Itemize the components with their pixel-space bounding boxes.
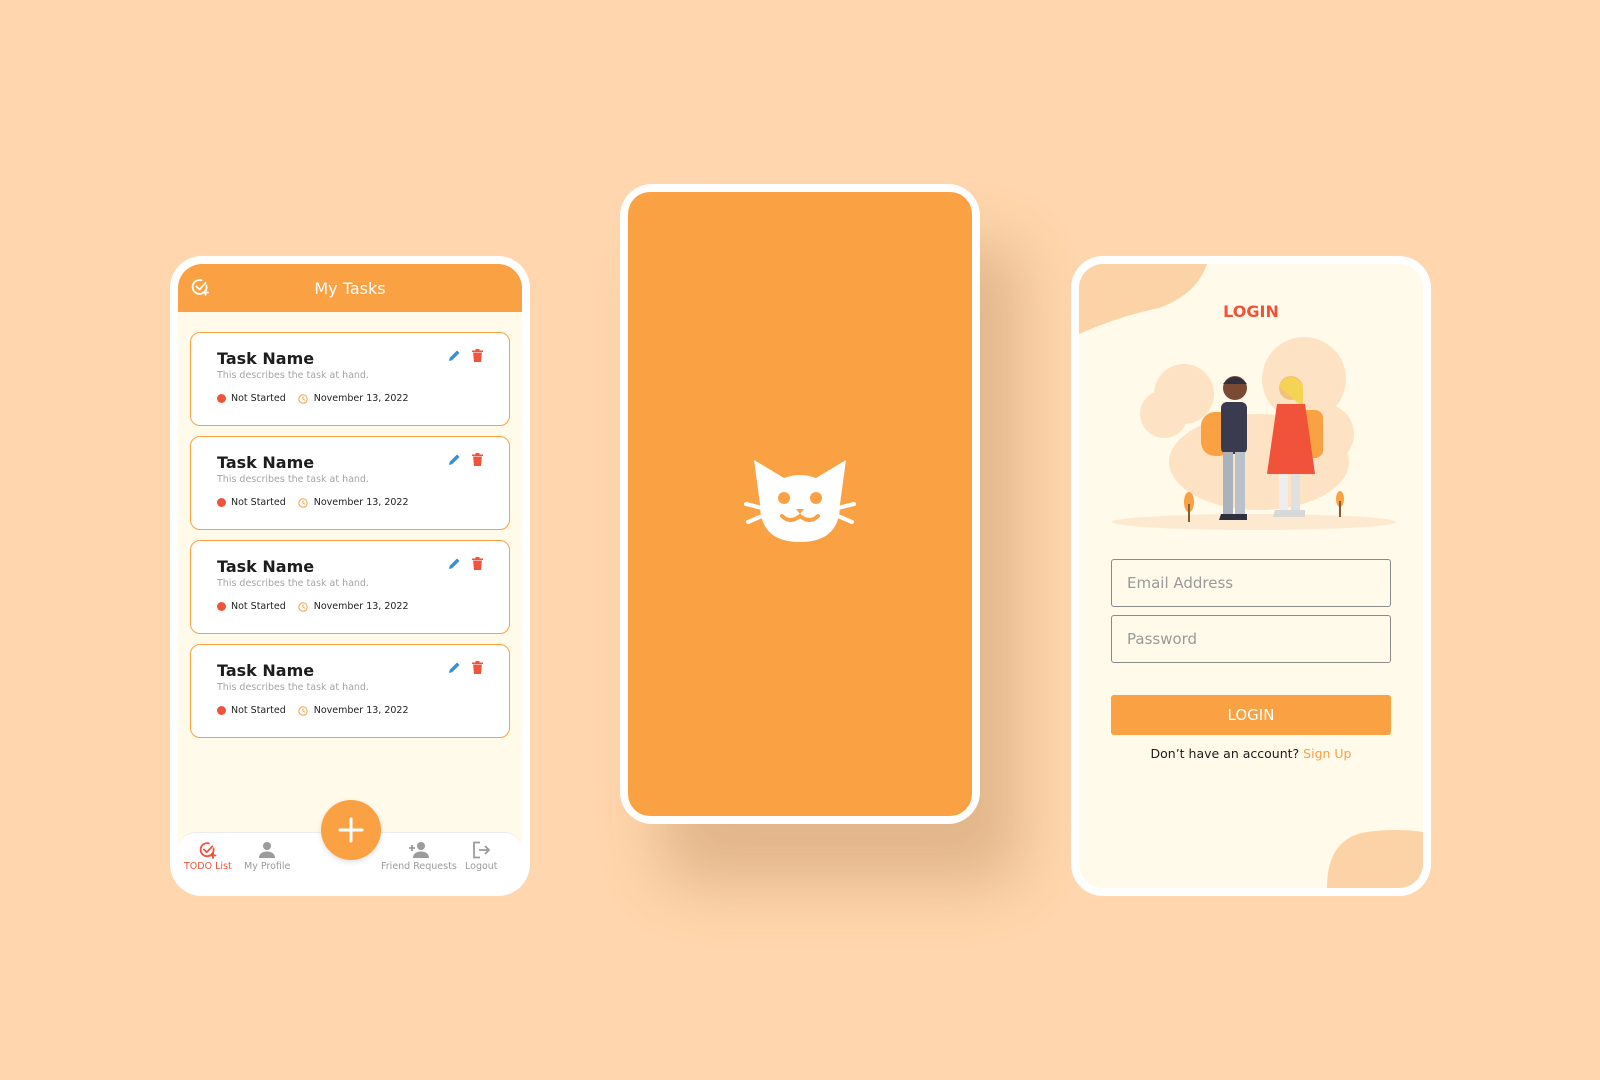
edit-icon[interactable]	[448, 453, 461, 466]
task-meta: Not Started November 13, 2022	[217, 601, 483, 612]
trash-icon[interactable]	[472, 661, 483, 674]
nav-item-my-profile[interactable]: My Profile	[244, 841, 290, 872]
edit-icon[interactable]	[448, 349, 461, 362]
cat-icon	[744, 460, 856, 542]
email-field[interactable]	[1111, 559, 1391, 607]
nav-item-todo-list[interactable]: TODO List	[184, 841, 232, 872]
nav-label: My Profile	[244, 861, 291, 872]
trash-icon[interactable]	[472, 453, 483, 466]
clock-icon	[298, 497, 308, 508]
signup-prompt: Don’t have an account?	[1150, 746, 1300, 761]
check-add-icon	[199, 842, 217, 859]
status-dot-icon	[217, 394, 226, 403]
trash-icon[interactable]	[472, 557, 483, 570]
person-icon	[259, 842, 276, 858]
task-title: Task Name	[217, 453, 315, 472]
tasks-phone: My Tasks Task Name This describes the ta…	[170, 256, 530, 896]
decorative-blob	[1327, 830, 1423, 888]
signup-row: Don’t have an account? Sign Up	[1079, 746, 1423, 761]
task-title: Task Name	[217, 661, 315, 680]
person-add-icon	[408, 842, 429, 858]
app-header: My Tasks	[178, 264, 522, 312]
check-add-icon[interactable]	[190, 277, 210, 301]
signup-link[interactable]: Sign Up	[1303, 746, 1351, 761]
task-date: November 13, 2022	[313, 497, 409, 508]
login-button[interactable]: LOGIN	[1111, 695, 1391, 735]
task-card[interactable]: Task Name This describes the task at han…	[190, 436, 510, 530]
logout-icon	[473, 841, 491, 859]
login-title: LOGIN	[1223, 302, 1279, 321]
edit-icon[interactable]	[448, 557, 461, 570]
clock-icon	[298, 705, 308, 716]
login-screen: LOGIN Email Address LOGIN Don’t have an …	[1079, 264, 1423, 888]
nav-label: TODO List	[184, 861, 232, 872]
nav-item-friend-requests[interactable]: Friend Requests	[381, 841, 457, 872]
edit-icon[interactable]	[448, 661, 461, 674]
task-date: November 13, 2022	[313, 601, 409, 612]
kids-illustration	[1112, 337, 1396, 530]
task-meta: Not Started November 13, 2022	[217, 705, 483, 716]
nav-label: Friend Requests	[381, 861, 457, 872]
status-dot-icon	[217, 602, 226, 611]
trash-icon[interactable]	[472, 349, 483, 362]
clock-icon	[298, 601, 308, 612]
plus-icon	[338, 817, 364, 843]
task-card[interactable]: Task Name This describes the task at han…	[190, 540, 510, 634]
task-actions	[448, 557, 483, 570]
task-date: November 13, 2022	[313, 393, 409, 404]
task-meta: Not Started November 13, 2022	[217, 497, 483, 508]
task-actions	[448, 661, 483, 674]
task-description: This describes the task at hand.	[217, 682, 369, 693]
task-status: Not Started	[231, 705, 286, 716]
task-description: This describes the task at hand.	[217, 370, 369, 381]
clock-icon	[298, 393, 308, 404]
splash-phone	[620, 184, 980, 824]
task-description: This describes the task at hand.	[217, 474, 369, 485]
password-field[interactable]	[1111, 615, 1391, 663]
task-title: Task Name	[217, 557, 315, 576]
task-title: Task Name	[217, 349, 315, 368]
task-status: Not Started	[231, 601, 286, 612]
task-description: This describes the task at hand.	[217, 578, 369, 589]
task-actions	[448, 453, 483, 466]
task-status: Not Started	[231, 393, 286, 404]
task-card[interactable]: Task Name This describes the task at han…	[190, 332, 510, 426]
task-card[interactable]: Task Name This describes the task at han…	[190, 644, 510, 738]
tasks-screen: My Tasks Task Name This describes the ta…	[178, 264, 522, 888]
nav-item-logout[interactable]: Logout	[465, 841, 498, 872]
task-meta: Not Started November 13, 2022	[217, 393, 483, 404]
task-actions	[448, 349, 483, 362]
task-list: Task Name This describes the task at han…	[178, 312, 522, 738]
status-dot-icon	[217, 706, 226, 715]
task-status: Not Started	[231, 497, 286, 508]
nav-label: Logout	[465, 861, 498, 872]
splash-screen	[628, 192, 972, 816]
page-title: My Tasks	[314, 278, 386, 298]
decorative-blob	[1079, 264, 1207, 334]
add-task-button[interactable]	[321, 800, 381, 860]
login-phone: LOGIN Email Address LOGIN Don’t have an …	[1071, 256, 1431, 896]
status-dot-icon	[217, 498, 226, 507]
task-date: November 13, 2022	[313, 705, 409, 716]
